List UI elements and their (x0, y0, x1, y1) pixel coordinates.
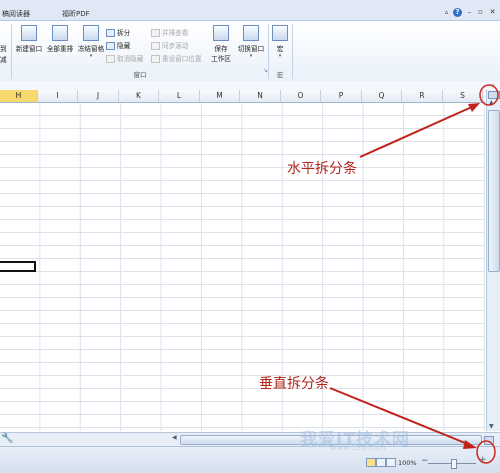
horizontal-split-arrowhead (468, 103, 480, 112)
vertical-split-highlight (476, 440, 496, 464)
annotation-overlay (329, 84, 499, 464)
horizontal-split-annotation: 水平拆分条 (287, 161, 357, 177)
horizontal-split-arrow (359, 105, 475, 158)
horizontal-split-highlight (479, 84, 499, 106)
vertical-split-arrow (329, 387, 471, 446)
vertical-split-annotation: 垂直拆分条 (259, 376, 329, 392)
vertical-split-arrowhead (463, 440, 477, 449)
